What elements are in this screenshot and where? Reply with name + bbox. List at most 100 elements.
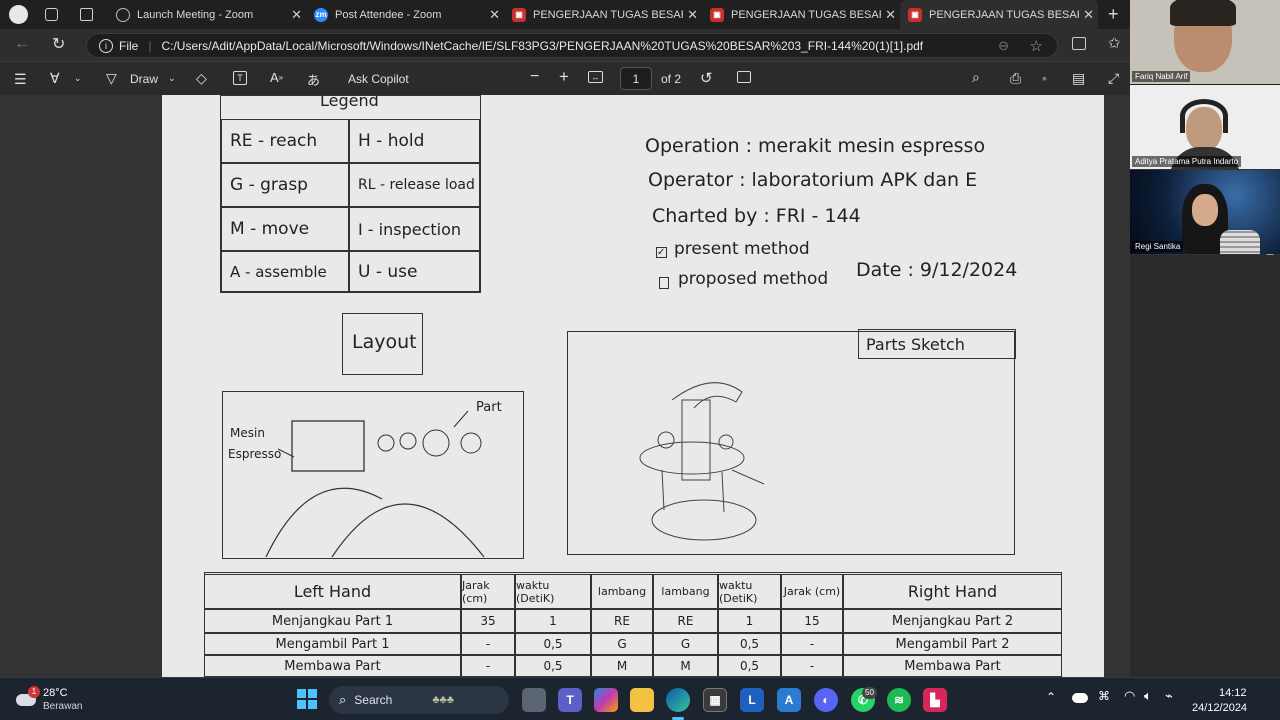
app-red-icon[interactable]: ▙ xyxy=(923,688,947,712)
close-icon[interactable]: ✕ xyxy=(1083,7,1094,23)
ask-copilot-button[interactable]: Ask Copilot xyxy=(348,72,409,86)
onedrive-icon[interactable] xyxy=(1072,693,1088,703)
table-cell: - xyxy=(461,633,515,655)
table-cell: 15 xyxy=(781,609,843,633)
table-cell: - xyxy=(781,633,843,655)
participant-video[interactable]: Regi Santika xyxy=(1130,170,1280,254)
table-cell: - xyxy=(461,655,515,677)
table-cell: 1 xyxy=(515,609,591,633)
page-view-icon[interactable] xyxy=(737,71,751,83)
profile-icon[interactable] xyxy=(9,5,28,24)
chevron-down-icon[interactable]: ⌄ xyxy=(168,73,176,84)
back-icon[interactable]: ← xyxy=(14,35,30,53)
date-text: Date : 9/12/2024 xyxy=(856,259,1018,281)
page-number-input[interactable]: 1 xyxy=(620,67,652,90)
teams-icon[interactable]: T xyxy=(558,688,582,712)
info-icon[interactable]: i xyxy=(99,38,113,53)
legend-cell: M - move xyxy=(221,207,349,251)
split-screen-icon[interactable] xyxy=(1072,37,1086,50)
espresso-machine-sketch xyxy=(639,382,765,541)
pdf-icon: ▣ xyxy=(710,7,724,22)
volume-icon[interactable]: 🔈︎ xyxy=(1144,688,1152,704)
tab-title: Post Attendee - Zoom xyxy=(335,8,442,21)
copilot-icon[interactable] xyxy=(594,688,618,712)
draw-icon[interactable]: ▽ xyxy=(106,70,117,87)
tab-actions-icon[interactable] xyxy=(80,8,93,21)
close-icon[interactable]: ✕ xyxy=(885,7,896,23)
tab-title: PENGERJAAN TUGAS BESAR 2_FR xyxy=(731,8,881,21)
fit-page-icon[interactable]: ↔ xyxy=(588,71,603,83)
rotate-icon[interactable]: ↺ xyxy=(700,69,713,87)
app-l-icon[interactable]: L xyxy=(740,688,764,712)
store-icon[interactable]: ▦ xyxy=(703,688,727,712)
tray-overflow-icon[interactable]: ⌃ xyxy=(1046,690,1056,704)
refresh-icon[interactable]: ↻ xyxy=(52,34,65,54)
participant-name: Aditya Pratama Putra Indarto xyxy=(1132,156,1242,167)
spotify-icon[interactable]: ≋ xyxy=(887,688,911,712)
scheme-label: File xyxy=(119,38,139,53)
fullscreen-icon[interactable]: ⤢ xyxy=(1108,70,1119,87)
new-tab-button[interactable]: + xyxy=(1108,4,1119,25)
workspaces-icon[interactable] xyxy=(45,8,58,21)
tab-tugas-besar-1[interactable]: ▣ PENGERJAAN TUGAS BESAR 1_FRI ✕ xyxy=(504,0,702,29)
highlight-icon[interactable]: ∀ xyxy=(50,70,60,87)
zoom-icon[interactable]: ⊖ xyxy=(998,38,1009,54)
zoom-out-icon[interactable]: − xyxy=(530,68,539,86)
operation-text: Operation : merakit mesin espresso xyxy=(645,135,986,157)
tab-tugas-besar-2[interactable]: ▣ PENGERJAAN TUGAS BESAR 2_FR ✕ xyxy=(702,0,900,29)
print-icon[interactable]: ⎙ xyxy=(1010,70,1021,87)
tab-launch-meeting[interactable]: Launch Meeting - Zoom ✕ xyxy=(108,0,306,29)
search-icon[interactable]: ⌕ xyxy=(972,69,980,86)
chevron-down-icon[interactable]: ⌄ xyxy=(74,73,82,84)
search-box[interactable]: ⌕ Search ♣♣♣ xyxy=(329,686,509,714)
edge-icon[interactable] xyxy=(666,688,690,712)
tab-title: PENGERJAAN TUGAS BESAR 1_FRI xyxy=(533,8,683,21)
participant-video[interactable]: Aditya Pratama Putra Indarto xyxy=(1130,85,1280,169)
table-cell: - xyxy=(781,655,843,677)
network-icon[interactable]: ⌘ xyxy=(1098,689,1110,703)
search-icon: ⌕ xyxy=(339,692,347,707)
start-button[interactable] xyxy=(297,689,317,709)
globe-icon xyxy=(116,7,130,22)
weather-temp: 28°C xyxy=(43,687,68,699)
table-cell: Menjangkau Part 2 xyxy=(843,609,1062,633)
whatsapp-badge: 50 xyxy=(862,687,877,699)
wifi-icon[interactable]: ◠ xyxy=(1124,688,1135,704)
textbox-icon[interactable]: T xyxy=(233,71,247,85)
clock-date[interactable]: 24/12/2024 xyxy=(1192,702,1247,714)
app-a-icon[interactable]: A xyxy=(777,688,801,712)
part-circle xyxy=(460,432,482,454)
task-view-icon[interactable] xyxy=(522,688,546,712)
translate-icon[interactable]: あ xyxy=(307,70,320,89)
draw-button[interactable]: Draw xyxy=(130,72,158,86)
star-icon[interactable]: ☆ xyxy=(1030,37,1043,55)
legend-cell: U - use xyxy=(349,251,480,292)
reach-arc xyxy=(331,503,485,558)
close-icon[interactable]: ✕ xyxy=(489,7,500,23)
tab-tugas-besar-3[interactable]: ▣ PENGERJAAN TUGAS BESAR 3_FR ✕ xyxy=(900,0,1098,29)
discord-icon[interactable]: ◐ xyxy=(814,688,838,712)
tab-post-attendee[interactable]: zm Post Attendee - Zoom ✕ xyxy=(306,0,504,29)
save-as-icon[interactable]: ▤ xyxy=(1072,70,1085,87)
weather-widget[interactable]: 1 28°C Berawan xyxy=(14,684,104,716)
table-cell: M xyxy=(591,655,653,677)
table-header-cell: Jarak (cm) xyxy=(781,574,843,609)
favorites-icon[interactable]: ✩ xyxy=(1108,34,1121,52)
clock-time[interactable]: 14:12 xyxy=(1219,687,1247,699)
layout-label: Layout xyxy=(352,331,417,353)
contents-icon[interactable]: ☰ xyxy=(14,71,27,88)
eraser-icon[interactable]: ◇ xyxy=(196,70,207,87)
taskbar: 1 28°C Berawan ⌕ Search ♣♣♣ T ▦ L A ◐ ✆ … xyxy=(0,677,1280,720)
table-header-cell: Right Hand xyxy=(843,574,1062,609)
zoom-in-icon[interactable]: + xyxy=(559,67,569,87)
read-aloud-icon[interactable]: A» xyxy=(270,70,283,85)
close-icon[interactable]: ✕ xyxy=(687,7,698,23)
close-icon[interactable]: ✕ xyxy=(291,7,302,23)
zoom-icon: zm xyxy=(314,7,328,22)
battery-icon[interactable]: ⌁ xyxy=(1165,688,1173,704)
address-bar[interactable]: i File | C:/Users/Adit/AppData/Local/Mic… xyxy=(86,33,1058,58)
save-icon[interactable]: ▪ xyxy=(1042,70,1047,86)
file-explorer-icon[interactable] xyxy=(630,688,654,712)
table-header-cell: waktu (DetiK) xyxy=(515,574,591,609)
participant-video[interactable]: Fariq Nabil Arif xyxy=(1130,0,1280,84)
